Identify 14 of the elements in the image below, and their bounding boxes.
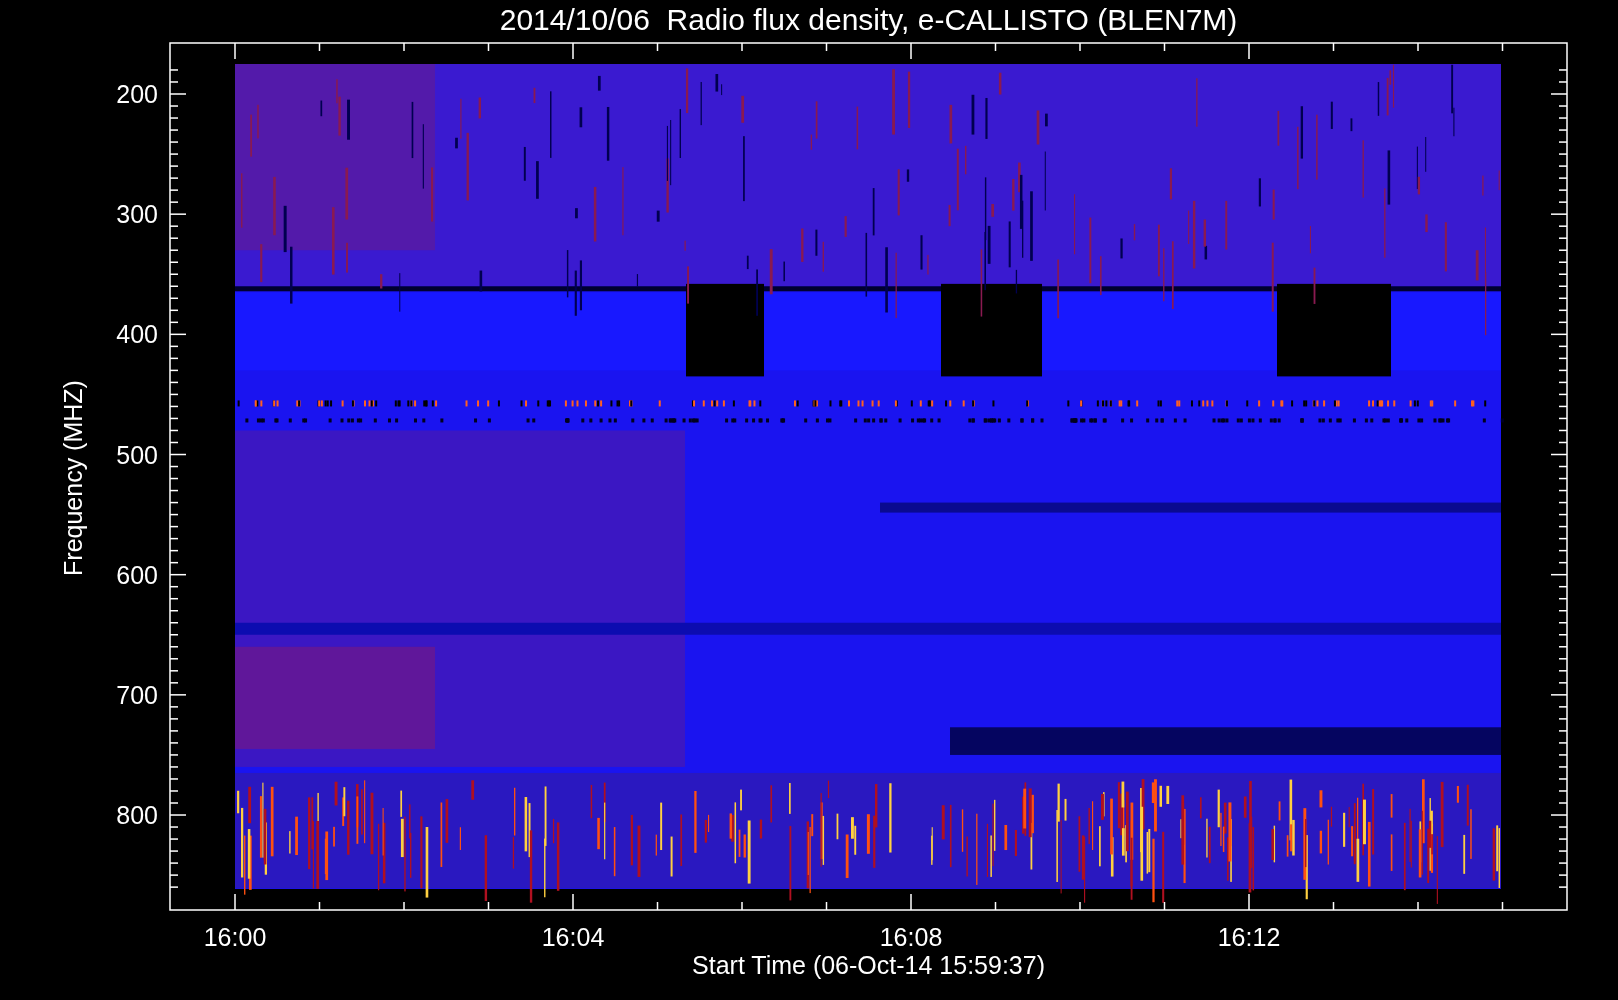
y-tick-label: 600 (116, 560, 158, 589)
chart-title: 2014/10/06 Radio flux density, e-CALLISTO (BLEN7M) (499, 3, 1238, 36)
y-tick-label: 500 (116, 440, 158, 469)
x-tick-label: 16:04 (541, 923, 605, 951)
y-axis-label: Frequency (MHZ) (59, 380, 87, 576)
x-tick-label: 16:12 (1217, 923, 1281, 951)
x-axis-label: Start Time (06-Oct-14 15:59:37) (692, 951, 1045, 979)
y-tick-label: 700 (116, 680, 158, 709)
x-tick-label: 16:00 (203, 923, 267, 951)
y-tick-label: 800 (116, 801, 158, 829)
y-tick-label: 200 (116, 80, 158, 108)
y-tick-label: 400 (116, 320, 158, 349)
x-tick-label: 16:08 (879, 923, 943, 951)
y-tick-label: 300 (116, 200, 158, 229)
